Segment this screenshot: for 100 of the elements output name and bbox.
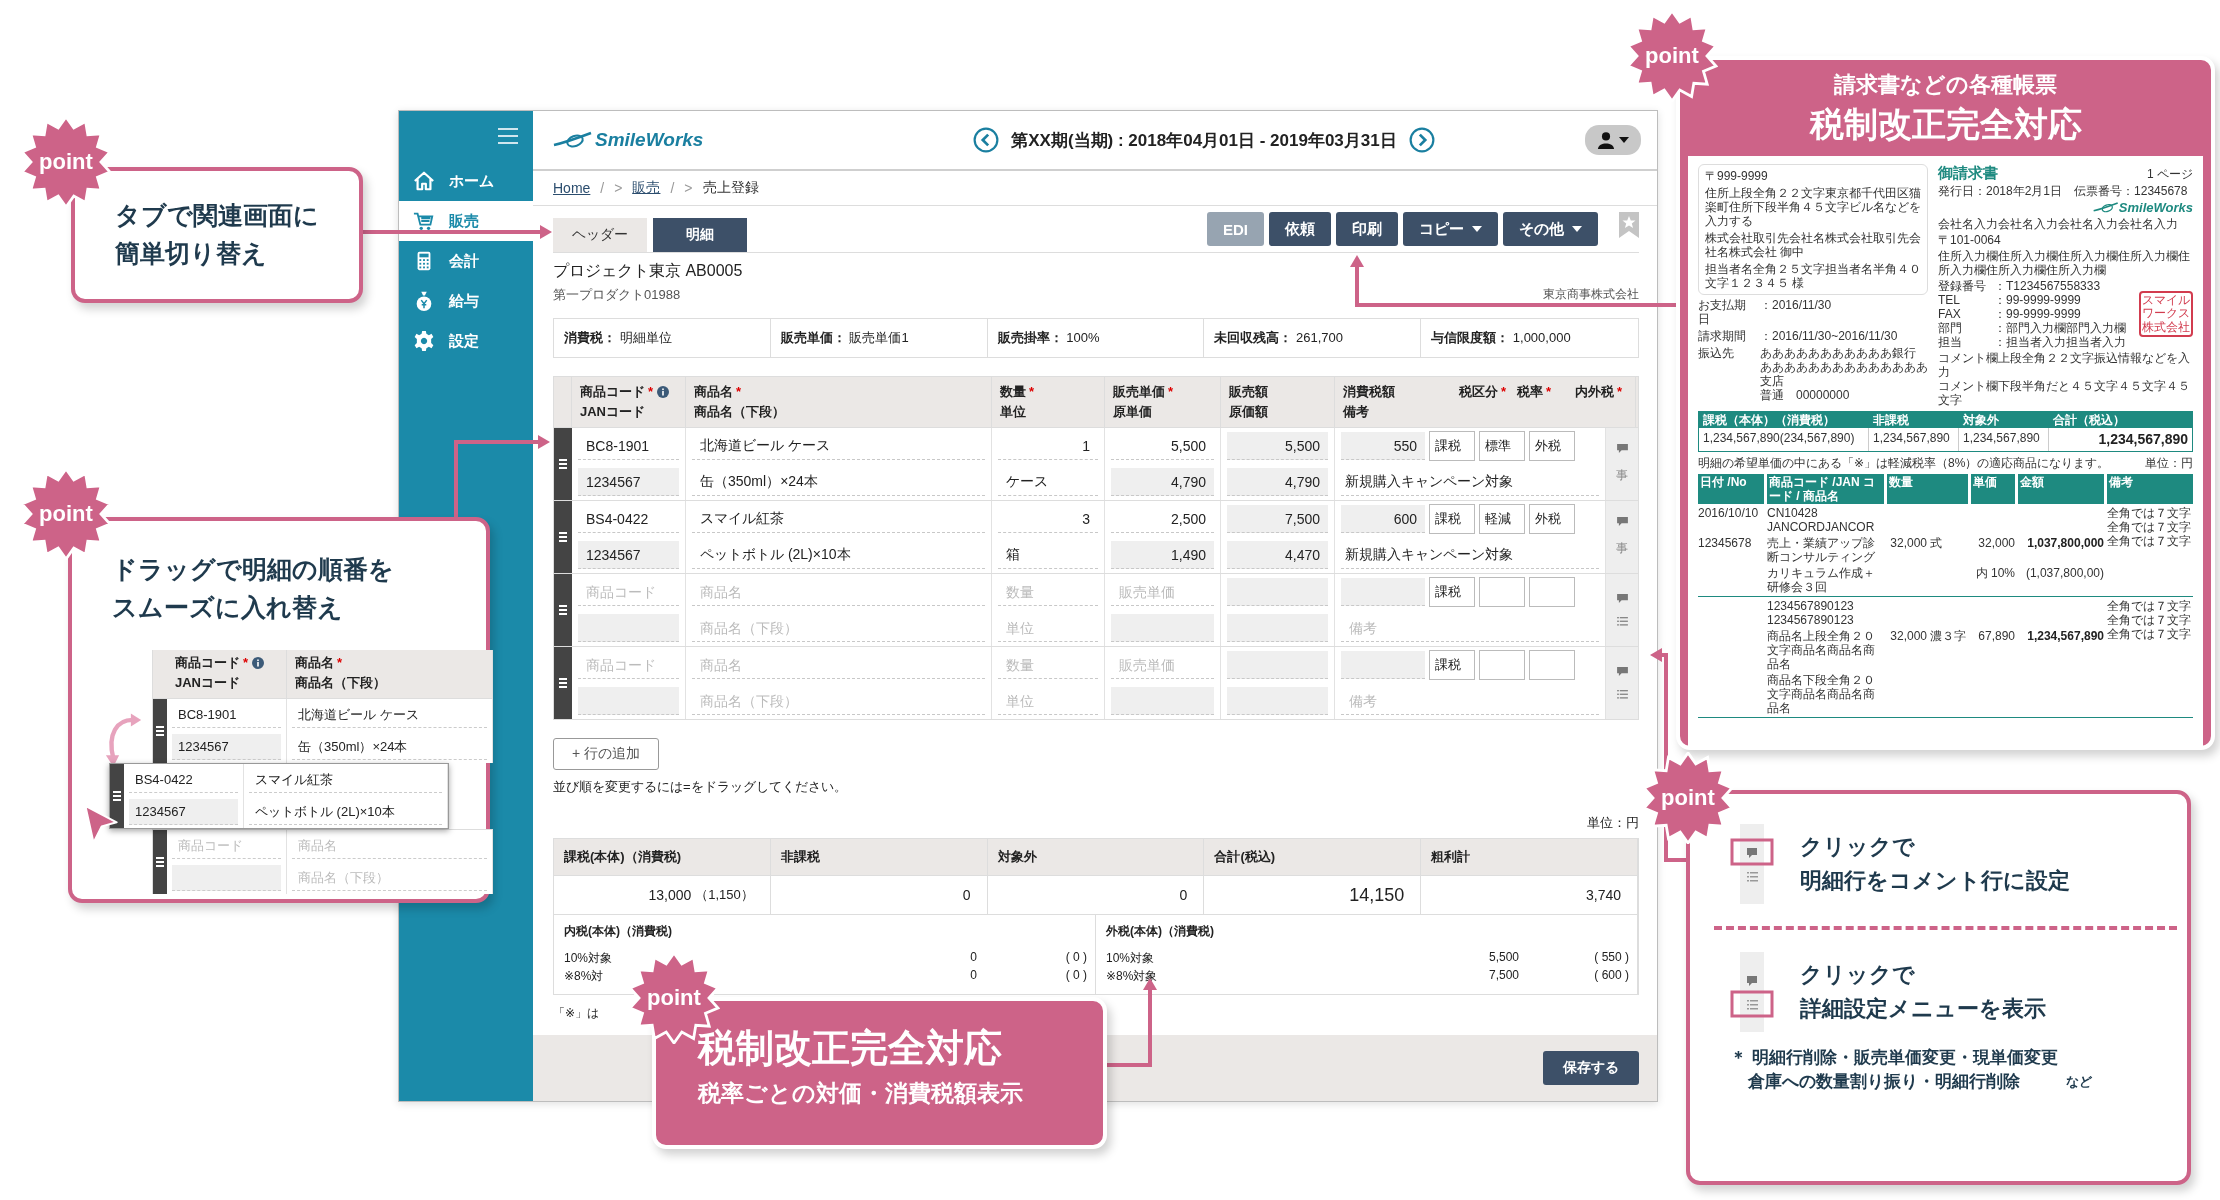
- add-row-button[interactable]: + 行の追加: [553, 738, 660, 770]
- input-field[interactable]: 商品名（下段）: [292, 865, 487, 891]
- row-label: ※8%対象: [1106, 968, 1159, 985]
- select-field[interactable]: 外税: [1529, 504, 1575, 534]
- drag-handle[interactable]: [554, 647, 572, 719]
- callout-title: 請求書などの各種帳票: [1834, 71, 2057, 99]
- input-field[interactable]: 缶（350ml）×24本: [692, 468, 985, 496]
- drag-handle[interactable]: [554, 574, 572, 646]
- menu-icon[interactable]: [1616, 617, 1628, 626]
- project-title: プロジェクト東京 AB0005: [553, 261, 744, 281]
- input-field[interactable]: ペットボトル (2L)×10本: [692, 541, 985, 569]
- input-field[interactable]: 商品名: [692, 651, 985, 679]
- comment-icon[interactable]: [1616, 594, 1628, 603]
- input-field[interactable]: 2,500: [1111, 505, 1214, 533]
- row-label: 10%対象: [1106, 950, 1156, 967]
- action-button[interactable]: その他: [1503, 212, 1598, 246]
- column-header: 対象外: [987, 839, 1205, 875]
- table-cell: 北海道ビール ケース: [292, 702, 487, 728]
- breadcrumb-separator: /: [600, 180, 605, 196]
- column-header: 粗利計: [1421, 839, 1638, 875]
- invoice-title: 御請求書: [1938, 164, 1998, 182]
- input-field[interactable]: 販売単価: [1111, 578, 1214, 606]
- column-subheader: 商品名（下段）: [694, 403, 786, 421]
- input-field[interactable]: ケース: [998, 468, 1098, 496]
- select-field[interactable]: 標準: [1479, 431, 1525, 461]
- sidebar-item[interactable]: ホーム: [399, 161, 533, 201]
- table-cell-text: 1,234,567,890: [2097, 430, 2189, 450]
- input-field[interactable]: 単位: [998, 687, 1098, 715]
- drag-handle[interactable]: [110, 764, 124, 828]
- input-field[interactable]: 商品名（下段）: [692, 614, 985, 642]
- menu-icon[interactable]: [497, 128, 519, 144]
- previous-icon[interactable]: [973, 127, 1000, 153]
- logo[interactable]: SmileWorks: [553, 129, 823, 151]
- sidebar-item[interactable]: 設定: [399, 321, 533, 361]
- input-field[interactable]: 単位: [998, 614, 1098, 642]
- input-field[interactable]: 商品コード: [578, 578, 679, 606]
- input-field[interactable]: 1: [998, 432, 1098, 460]
- table-cell-text: 1,037,800,000: [2026, 535, 2104, 552]
- input-field[interactable]: 北海道ビール ケース: [692, 432, 985, 460]
- comment-icon[interactable]: [1616, 517, 1628, 526]
- input-field[interactable]: 新規購入キャンペーン対象: [1341, 468, 1599, 496]
- input-field[interactable]: 商品名: [692, 578, 985, 606]
- info-item: 販売掛率： 100%: [997, 329, 1100, 347]
- action-button[interactable]: 印刷: [1336, 212, 1398, 246]
- tab[interactable]: 明細: [653, 218, 747, 252]
- comment-icon[interactable]: [1616, 444, 1628, 453]
- action-button[interactable]: コピー: [1403, 212, 1498, 246]
- input-field[interactable]: 備考: [1341, 687, 1599, 715]
- drag-handle[interactable]: [554, 501, 572, 573]
- input-field[interactable]: スマイル紅茶: [692, 505, 985, 533]
- input-field[interactable]: 商品コード: [578, 651, 679, 679]
- input-field[interactable]: BC8-1901: [578, 432, 679, 460]
- select-field[interactable]: 課税: [1429, 577, 1475, 607]
- sidebar-item[interactable]: 販売: [399, 201, 533, 241]
- menu-icon[interactable]: [1616, 690, 1628, 699]
- table-row[interactable]: BC8-1901 北海道ビール ケース 1234567 缶（350ml）×24本: [153, 698, 493, 763]
- table-cell-text: 1,234,567,890: [2026, 628, 2104, 645]
- input-field[interactable]: 商品名: [292, 833, 487, 859]
- select-field[interactable]: [1529, 577, 1575, 607]
- input-field[interactable]: 販売単価: [1111, 651, 1214, 679]
- action-button[interactable]: 依頼: [1269, 212, 1331, 246]
- input-field[interactable]: 新規購入キャンペーン対象: [1341, 541, 1599, 569]
- column-header: 税率 *: [1517, 383, 1553, 401]
- select-field[interactable]: [1529, 650, 1575, 680]
- tab[interactable]: ヘッダー: [553, 218, 647, 252]
- drag-handle[interactable]: [153, 830, 167, 894]
- select-field[interactable]: 課税: [1429, 431, 1475, 461]
- input-field[interactable]: 備考: [1341, 614, 1599, 642]
- table-cell-text: 全角では７文字 全角では７文字 全角では７文字: [2107, 505, 2192, 550]
- input-field[interactable]: 箱: [998, 541, 1098, 569]
- info-icon[interactable]: [657, 386, 670, 398]
- address-line: 株式会社取引先会社名株式会社取引先会社名株式会社 御中: [1705, 231, 1921, 260]
- input-field[interactable]: 商品名（下段）: [692, 687, 985, 715]
- sidebar-item[interactable]: 給与: [399, 281, 533, 321]
- input-field[interactable]: 数量: [998, 578, 1098, 606]
- input-field[interactable]: 5,500: [1111, 432, 1214, 460]
- input-field[interactable]: BS4-0422: [578, 505, 679, 533]
- select-field[interactable]: [1479, 650, 1525, 680]
- drag-handle[interactable]: [153, 699, 167, 763]
- select-field[interactable]: 課税: [1429, 504, 1475, 534]
- cart-icon: [413, 210, 435, 232]
- select-field[interactable]: 課税: [1429, 650, 1475, 680]
- column-header: 数量: [1887, 473, 1968, 504]
- select-field[interactable]: 外税: [1529, 431, 1575, 461]
- comment-icon[interactable]: [1616, 667, 1628, 676]
- breadcrumb-link[interactable]: Home: [553, 180, 591, 196]
- select-field[interactable]: [1479, 577, 1525, 607]
- input-field[interactable]: 数量: [998, 651, 1098, 679]
- drag-handle[interactable]: [554, 428, 572, 500]
- save-button[interactable]: 保存する: [1543, 1051, 1639, 1085]
- input-field[interactable]: 3: [998, 505, 1098, 533]
- next-icon[interactable]: [1408, 127, 1435, 153]
- table-cell: 0: [987, 875, 1205, 914]
- table-cell-text: 0: [969, 950, 977, 966]
- table-cell-text: 全角では７文字 全角では７文字 全角では７文字: [2107, 598, 2192, 643]
- sidebar-item[interactable]: 会計: [399, 241, 533, 281]
- point-badge: point: [20, 468, 112, 560]
- select-field[interactable]: 軽減: [1479, 504, 1525, 534]
- breadcrumb-link[interactable]: 販売: [632, 179, 661, 197]
- user-menu-button[interactable]: [1585, 125, 1641, 155]
